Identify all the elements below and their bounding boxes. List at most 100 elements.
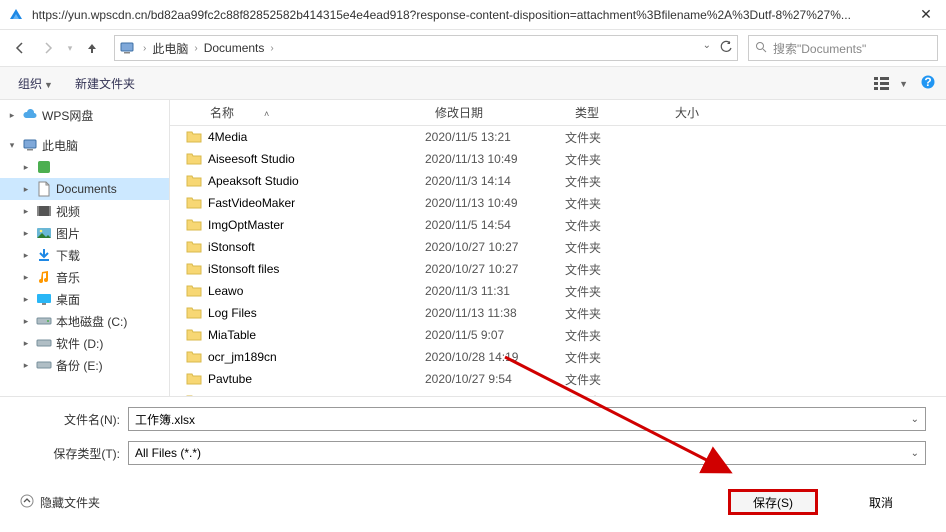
tree-music[interactable]: 音乐 [0, 266, 169, 288]
refresh-icon[interactable] [719, 40, 733, 57]
expander-icon[interactable] [20, 316, 32, 327]
file-row[interactable]: Leawo2020/11/3 11:31文件夹 [170, 280, 946, 302]
view-mode-button[interactable]: ▼ [874, 76, 908, 91]
hide-folders-label: 隐藏文件夹 [40, 494, 100, 511]
tree-desktop[interactable]: 桌面 [0, 288, 169, 310]
search-input[interactable]: 搜索"Documents" [748, 35, 938, 61]
expander-icon[interactable] [6, 140, 18, 151]
up-button[interactable] [80, 36, 104, 60]
app-icon [8, 7, 24, 23]
recent-dropdown[interactable]: ▾ [64, 36, 76, 60]
col-name[interactable]: 名称˄ [170, 104, 425, 121]
expander-icon[interactable] [20, 294, 32, 305]
expander-icon[interactable] [20, 272, 32, 283]
breadcrumb-root[interactable]: 此电脑 [148, 38, 192, 59]
expander-icon[interactable] [6, 110, 18, 121]
file-type: 文件夹 [565, 327, 665, 344]
file-row[interactable]: Apeaksoft Studio2020/11/3 14:14文件夹 [170, 170, 946, 192]
expander-icon[interactable] [20, 250, 32, 261]
file-row[interactable]: ocr_jm189cn2020/10/28 14:19文件夹 [170, 346, 946, 368]
tree-documents[interactable]: Documents [0, 178, 169, 200]
col-size[interactable]: 大小 [665, 104, 745, 121]
filetype-label: 保存类型(T): [20, 445, 120, 462]
filetype-select[interactable]: All Files (*.*) ⌄ [128, 441, 926, 465]
tree-pictures[interactable]: 图片 [0, 222, 169, 244]
chevron-down-icon[interactable]: ⌄ [911, 448, 919, 459]
file-row[interactable]: PDF2020/11/5 11:43文件夹 [170, 390, 946, 396]
file-name: PDF [208, 394, 232, 396]
tree-local-c[interactable]: 本地磁盘 (C:) [0, 310, 169, 332]
expander-icon[interactable] [20, 184, 32, 195]
save-button[interactable]: 保存(S) [728, 489, 818, 515]
file-type: 文件夹 [565, 195, 665, 212]
file-row[interactable]: ImgOptMaster2020/11/5 14:54文件夹 [170, 214, 946, 236]
expander-icon[interactable] [20, 360, 32, 371]
file-date: 2020/11/5 11:43 [425, 394, 565, 396]
file-type: 文件夹 [565, 305, 665, 322]
tree-backup-e[interactable]: 备份 (E:) [0, 354, 169, 376]
organize-button[interactable]: 组织▼ [10, 71, 61, 96]
file-name: FastVideoMaker [208, 196, 295, 210]
chevron-right-icon: › [143, 43, 146, 54]
new-folder-button[interactable]: 新建文件夹 [67, 71, 143, 96]
cancel-button[interactable]: 取消 [836, 489, 926, 515]
file-row[interactable]: 4Media2020/11/5 13:21文件夹 [170, 126, 946, 148]
file-name: iStonsoft files [208, 262, 279, 276]
address-dropdown-icon[interactable]: ⌄ [703, 40, 711, 57]
folder-icon [186, 328, 202, 342]
this-pc-icon [119, 40, 135, 56]
tree-label: 下载 [56, 247, 80, 264]
file-row[interactable]: Aiseesoft Studio2020/11/13 10:49文件夹 [170, 148, 946, 170]
close-icon[interactable]: ✕ [914, 6, 938, 23]
tree-downloads[interactable]: 下载 [0, 244, 169, 266]
file-date: 2020/11/5 9:07 [425, 328, 565, 342]
tree-software-d[interactable]: 软件 (D:) [0, 332, 169, 354]
file-date: 2020/11/3 11:31 [425, 284, 565, 298]
file-row[interactable]: iStonsoft2020/10/27 10:27文件夹 [170, 236, 946, 258]
hide-folders-toggle[interactable]: 隐藏文件夹 [20, 494, 100, 511]
col-type[interactable]: 类型 [565, 104, 665, 121]
expander-icon[interactable] [20, 228, 32, 239]
file-row[interactable]: MiaTable 2020/11/5 9:07文件夹 [170, 324, 946, 346]
folder-icon [186, 284, 202, 298]
documents-icon [36, 181, 52, 197]
tree-label: 本地磁盘 (C:) [56, 313, 127, 330]
file-date: 2020/11/13 10:49 [425, 196, 565, 210]
file-row[interactable]: FastVideoMaker 2020/11/13 10:49文件夹 [170, 192, 946, 214]
chevron-right-icon: › [270, 43, 273, 54]
chevron-down-icon[interactable]: ⌄ [911, 414, 919, 425]
tree-this-pc[interactable]: 此电脑 [0, 134, 169, 156]
filename-value: 工作簿.xlsx [135, 411, 911, 428]
help-icon[interactable]: ? [920, 74, 936, 93]
tree-label: 音乐 [56, 269, 80, 286]
folder-icon [186, 240, 202, 254]
file-row[interactable]: Log Files2020/11/13 11:38文件夹 [170, 302, 946, 324]
expander-icon[interactable] [20, 338, 32, 349]
expander-icon[interactable] [20, 162, 32, 173]
expander-icon[interactable] [20, 206, 32, 217]
pictures-icon [36, 225, 52, 241]
svg-text:?: ? [924, 75, 931, 89]
filename-input[interactable]: 工作簿.xlsx ⌄ [128, 407, 926, 431]
search-icon [755, 41, 767, 56]
file-date: 2020/10/27 10:27 [425, 240, 565, 254]
drive-icon [36, 313, 52, 329]
navigation-tree: WPS网盘 此电脑 Documents 视频 图片 [0, 100, 170, 396]
tree-videos[interactable]: 视频 [0, 200, 169, 222]
file-name: ImgOptMaster [208, 218, 284, 232]
tree-wps[interactable]: WPS网盘 [0, 104, 169, 126]
tree-label: 桌面 [56, 291, 80, 308]
file-row[interactable]: iStonsoft files2020/10/27 10:27文件夹 [170, 258, 946, 280]
filename-label: 文件名(N): [20, 411, 120, 428]
col-date[interactable]: 修改日期 [425, 104, 565, 121]
file-name: MiaTable [208, 328, 256, 342]
back-button[interactable] [8, 36, 32, 60]
address-bar[interactable]: › 此电脑 › Documents › ⌄ [114, 35, 738, 61]
tree-label: 图片 [56, 225, 80, 242]
tree-green-app[interactable] [0, 156, 169, 178]
file-name: Pavtube [208, 372, 252, 386]
breadcrumb-documents[interactable]: Documents [200, 39, 269, 57]
file-date: 2020/11/5 13:21 [425, 130, 565, 144]
folder-icon [186, 174, 202, 188]
file-row[interactable]: Pavtube2020/10/27 9:54文件夹 [170, 368, 946, 390]
